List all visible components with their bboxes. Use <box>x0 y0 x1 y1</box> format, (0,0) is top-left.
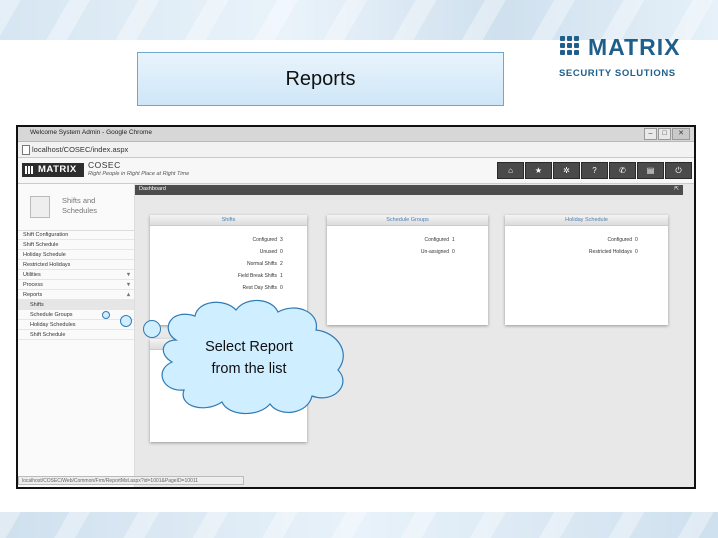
callout-line-2: from the list <box>211 361 287 377</box>
bubble-dot-large <box>143 320 161 338</box>
bubble-dot-medium <box>120 315 132 327</box>
callout-text: Select Report from the list <box>184 336 314 380</box>
thought-bubble-callout <box>102 299 344 415</box>
callout-line-1: Select Report <box>205 339 293 355</box>
bubble-dot-small <box>102 311 110 319</box>
